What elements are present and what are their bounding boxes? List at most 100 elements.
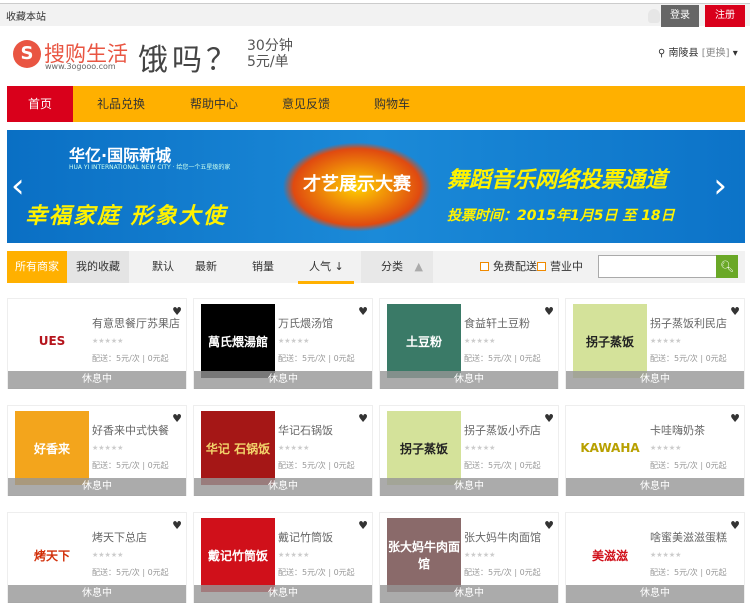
- tab-my-favorites[interactable]: 我的收藏: [67, 251, 129, 283]
- rating-stars: ★★★★★: [278, 551, 310, 559]
- shop-card[interactable]: 拐子蒸饭 拐子蒸饭利民店 ★★★★★ 配送：5元/次 | 0元起 ♥ 休息中: [565, 298, 745, 389]
- sort-sales[interactable]: 销量: [252, 251, 274, 283]
- shop-logo[interactable]: 拐子蒸饭: [387, 411, 461, 485]
- search-button[interactable]: 🔍︎: [716, 255, 738, 278]
- delivery-fee: 配送：5元/次 | 0元起: [278, 354, 355, 363]
- favorite-heart-icon[interactable]: ♥: [172, 519, 182, 532]
- favorite-heart-icon[interactable]: ♥: [730, 305, 740, 318]
- shop-name[interactable]: 啥蜜美滋滋蛋糕: [650, 529, 727, 545]
- banner-left-text: 幸福家庭 形象大使: [25, 204, 227, 229]
- rating-stars: ★★★★★: [464, 551, 496, 559]
- shop-name[interactable]: 食益轩土豆粉: [464, 315, 530, 331]
- rating-stars: ★★★★★: [650, 551, 682, 559]
- open-now-checkbox[interactable]: 营业中: [537, 251, 583, 283]
- favorite-heart-icon[interactable]: ♥: [358, 305, 368, 318]
- status-badge: 休息中: [380, 585, 558, 603]
- shop-card[interactable]: 张大妈牛肉面馆 张大妈牛肉面馆 ★★★★★ 配送：5元/次 | 0元起 ♥ 休息…: [379, 512, 559, 603]
- nav-gifts[interactable]: 礼品兑换: [97, 86, 145, 122]
- tab-all-shops[interactable]: 所有商家: [7, 251, 67, 283]
- status-badge: 休息中: [8, 585, 186, 603]
- shop-logo-text: 美滋滋: [591, 548, 628, 563]
- register-button[interactable]: 注册: [705, 5, 745, 27]
- search-icon: 🔍︎: [720, 260, 734, 273]
- next-arrow-icon[interactable]: ›: [713, 166, 727, 206]
- location-selector[interactable]: ⚲ 南陵县 [更换] ▾: [658, 44, 738, 59]
- favorite-heart-icon[interactable]: ♥: [544, 519, 554, 532]
- shop-logo[interactable]: 萬氏煨湯館: [201, 304, 275, 378]
- shop-card[interactable]: 好香来 好香来中式快餐 ★★★★★ 配送：5元/次 | 0元起 ♥ 休息中: [7, 405, 187, 496]
- favorite-heart-icon[interactable]: ♥: [172, 305, 182, 318]
- login-button[interactable]: 登录: [661, 5, 699, 27]
- shop-logo-text: 戴记竹筒饭: [207, 548, 268, 563]
- shop-name[interactable]: 万氏煨汤馆: [278, 315, 333, 331]
- shop-logo[interactable]: UES: [15, 304, 89, 378]
- status-badge: 休息中: [194, 585, 372, 603]
- favorite-heart-icon[interactable]: ♥: [172, 412, 182, 425]
- main-nav: 首页 礼品兑换 帮助中心 意见反馈 购物车: [7, 86, 745, 122]
- shop-card[interactable]: KAWAHA 卡哇嗨奶茶 ★★★★★ 配送：5元/次 | 0元起 ♥ 休息中: [565, 405, 745, 496]
- banner-right-text: 舞蹈音乐网络投票通道: [447, 168, 668, 193]
- shop-name[interactable]: 拐子蒸饭利民店: [650, 315, 727, 331]
- shop-logo[interactable]: 好香来: [15, 411, 89, 485]
- sort-popular[interactable]: 人气 ↓: [309, 251, 344, 283]
- rating-stars: ★★★★★: [650, 444, 682, 452]
- nav-help[interactable]: 帮助中心: [190, 86, 238, 122]
- status-badge: 休息中: [380, 478, 558, 496]
- free-delivery-checkbox[interactable]: 免费配送: [480, 251, 537, 283]
- shop-name[interactable]: 好香来中式快餐: [92, 422, 169, 438]
- rating-stars: ★★★★★: [650, 337, 682, 345]
- shop-name[interactable]: 华记石锅饭: [278, 422, 333, 438]
- favorite-heart-icon[interactable]: ♥: [358, 519, 368, 532]
- banner-date: 投票时间：2015年1月5日 至 18日: [447, 208, 675, 224]
- bookmark-site-link[interactable]: 收藏本站: [6, 8, 46, 23]
- shop-name[interactable]: 卡哇嗨奶茶: [650, 422, 705, 438]
- sort-default[interactable]: 默认: [152, 251, 174, 283]
- shop-card[interactable]: 戴记竹筒饭 戴记竹筒饭 ★★★★★ 配送：5元/次 | 0元起 ♥ 休息中: [193, 512, 373, 603]
- shop-card[interactable]: 土豆粉 食益轩土豆粉 ★★★★★ 配送：5元/次 | 0元起 ♥ 休息中: [379, 298, 559, 389]
- shop-name[interactable]: 有意思餐厅苏果店: [92, 315, 180, 331]
- shop-logo[interactable]: 华记 石锅饭: [201, 411, 275, 485]
- shop-logo-text: 拐子蒸饭: [585, 334, 634, 349]
- favorite-heart-icon[interactable]: ♥: [544, 305, 554, 318]
- favorite-heart-icon[interactable]: ♥: [358, 412, 368, 425]
- shop-name[interactable]: 拐子蒸饭小乔店: [464, 422, 541, 438]
- shop-card[interactable]: 萬氏煨湯館 万氏煨汤馆 ★★★★★ 配送：5元/次 | 0元起 ♥ 休息中: [193, 298, 373, 389]
- sort-newest[interactable]: 最新: [195, 251, 217, 283]
- promo-banner[interactable]: 华亿·国际新城 HUA YI INTERNATIONAL NEW CITY · …: [7, 130, 745, 243]
- shop-card[interactable]: 烤天下 烤天下总店 ★★★★★ 配送：5元/次 | 0元起 ♥ 休息中: [7, 512, 187, 603]
- favorite-heart-icon[interactable]: ♥: [730, 519, 740, 532]
- logo-url: www.3ogooo.com: [45, 62, 116, 71]
- shop-name[interactable]: 烤天下总店: [92, 529, 147, 545]
- shop-logo[interactable]: 拐子蒸饭: [573, 304, 647, 378]
- shop-logo-text: 土豆粉: [405, 334, 442, 349]
- shop-logo[interactable]: 土豆粉: [387, 304, 461, 378]
- shop-card[interactable]: UES 有意思餐厅苏果店 ★★★★★ 配送：5元/次 | 0元起 ♥ 休息中: [7, 298, 187, 389]
- shop-card[interactable]: 华记 石锅饭 华记石锅饭 ★★★★★ 配送：5元/次 | 0元起 ♥ 休息中: [193, 405, 373, 496]
- free-delivery-label: 免费配送: [493, 260, 537, 273]
- nav-cart[interactable]: 购物车: [374, 86, 410, 122]
- slogan-time: 30分钟: [247, 38, 293, 54]
- favorite-heart-icon[interactable]: ♥: [730, 412, 740, 425]
- delivery-fee: 配送：5元/次 | 0元起: [278, 568, 355, 577]
- location-city: 南陵县: [668, 48, 699, 59]
- rating-stars: ★★★★★: [92, 337, 124, 345]
- shop-logo[interactable]: KAWAHA: [573, 411, 647, 485]
- shop-card[interactable]: 美滋滋 啥蜜美滋滋蛋糕 ★★★★★ 配送：5元/次 | 0元起 ♥ 休息中: [565, 512, 745, 603]
- nav-feedback[interactable]: 意见反馈: [282, 86, 330, 122]
- sort-popular-label: 人气: [309, 260, 331, 273]
- shop-card[interactable]: 拐子蒸饭 拐子蒸饭小乔店 ★★★★★ 配送：5元/次 | 0元起 ♥ 休息中: [379, 405, 559, 496]
- favorite-heart-icon[interactable]: ♥: [544, 412, 554, 425]
- qq-icon[interactable]: [648, 9, 660, 23]
- category-dropdown[interactable]: 分类 ▲: [361, 251, 433, 283]
- shop-logo[interactable]: 戴记竹筒饭: [201, 518, 275, 592]
- shop-logo[interactable]: 烤天下: [15, 518, 89, 592]
- prev-arrow-icon[interactable]: ‹: [11, 166, 25, 206]
- shop-logo[interactable]: 美滋滋: [573, 518, 647, 592]
- status-badge: 休息中: [566, 478, 744, 496]
- shop-name[interactable]: 戴记竹筒饭: [278, 529, 333, 545]
- change-location-link[interactable]: [更换]: [702, 48, 730, 59]
- nav-home[interactable]: 首页: [7, 86, 73, 122]
- shop-name[interactable]: 张大妈牛肉面馆: [464, 529, 541, 545]
- shop-logo[interactable]: 张大妈牛肉面馆: [387, 518, 461, 592]
- delivery-fee: 配送：5元/次 | 0元起: [464, 568, 541, 577]
